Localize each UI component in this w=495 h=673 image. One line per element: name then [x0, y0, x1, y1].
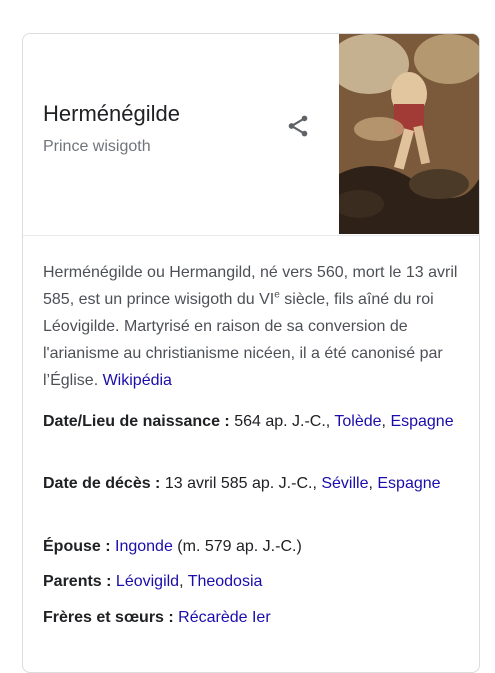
fact-siblings: Frères et sœurs : Récarède Ier: [43, 604, 463, 631]
fact-birth-text: 564 ap. J.-C.,: [234, 413, 335, 430]
death-place-link[interactable]: Séville: [321, 475, 368, 492]
fact-spouse-text: (m. 579 ap. J.-C.): [172, 538, 302, 555]
wikipedia-link[interactable]: Wikipédia: [103, 372, 172, 389]
fact-parents: Parents : Léovigild, Theodosia: [43, 568, 463, 595]
spouse-link[interactable]: Ingonde: [115, 538, 173, 555]
parent-link-1[interactable]: Léovigild: [116, 573, 179, 590]
fact-spouse-label: Épouse :: [43, 538, 116, 555]
fact-death: Date de décès : 13 avril 585 ap. J.-C., …: [43, 470, 463, 497]
knowledge-panel: Herménégilde Prince wisigoth Herménégild…: [22, 33, 480, 673]
fact-birth-label: Date/Lieu de naissance :: [43, 413, 235, 430]
parent-link-2[interactable]: Theodosia: [188, 573, 263, 590]
birth-place-link[interactable]: Tolède: [334, 413, 381, 430]
fact-parents-label: Parents :: [43, 573, 116, 590]
fact-birth: Date/Lieu de naissance : 564 ap. J.-C., …: [43, 408, 463, 435]
panel-header: Herménégilde Prince wisigoth: [23, 34, 479, 236]
fact-parents-sep: ,: [179, 573, 188, 590]
entity-title: Herménégilde: [43, 101, 180, 126]
birth-country-link[interactable]: Espagne: [390, 413, 453, 430]
sibling-link[interactable]: Récarède Ier: [178, 609, 271, 626]
entity-description: Herménégilde ou Hermangild, né vers 560,…: [43, 259, 463, 394]
fact-siblings-label: Frères et sœurs :: [43, 609, 179, 626]
fact-death-text: 13 avril 585 ap. J.-C.,: [164, 475, 322, 492]
entity-image[interactable]: [339, 34, 479, 234]
entity-subtitle: Prince wisigoth: [43, 138, 151, 155]
fact-spouse: Épouse : Ingonde (m. 579 ap. J.-C.): [43, 533, 463, 560]
fact-death-label: Date de décès :: [43, 475, 165, 492]
share-icon[interactable]: [285, 113, 311, 139]
death-country-link[interactable]: Espagne: [377, 475, 440, 492]
